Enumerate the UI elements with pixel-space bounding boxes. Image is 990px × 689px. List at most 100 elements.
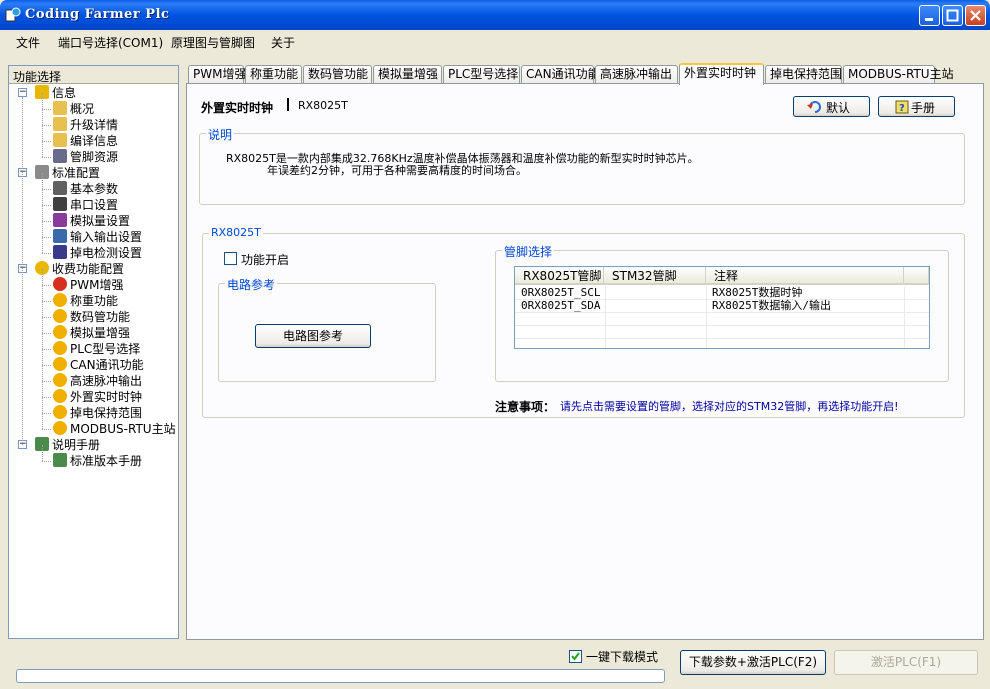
power-icon	[53, 245, 67, 259]
collapse-icon[interactable]: −	[18, 88, 27, 97]
tab-item[interactable]: 掉电保持范围	[765, 65, 842, 84]
tree-item[interactable]: 模拟量设置	[53, 213, 130, 229]
tree-connector	[42, 301, 51, 302]
app-window: Coding Farmer Plc 文件 端口号选择(COM1) 原理图与管脚图…	[0, 0, 990, 689]
table-cell[interactable]: RX8025T数据时钟	[706, 286, 904, 299]
activate-plc-button[interactable]: 激活PLC(F1)	[834, 650, 978, 675]
title-bar[interactable]: Coding Farmer Plc	[0, 0, 990, 30]
download-activate-button[interactable]: 下载参数+激活PLC(F2)	[680, 650, 826, 675]
default-button[interactable]: 默认	[793, 96, 870, 117]
tree-item-label: 串口设置	[70, 198, 119, 212]
tree-item[interactable]: MODBUS-RTU主站	[53, 421, 176, 437]
plug-icon	[53, 197, 67, 211]
folder-icon	[53, 117, 67, 131]
menu-file[interactable]: 文件	[16, 34, 40, 51]
maximize-button[interactable]	[942, 5, 963, 26]
tree-item[interactable]: 外置实时时钟	[53, 389, 142, 405]
manual-button[interactable]: ? 手册	[878, 96, 955, 117]
tree-item[interactable]: 概况	[53, 101, 94, 117]
tree-item[interactable]: CAN通讯功能	[53, 357, 144, 373]
column-header-note[interactable]: 注释	[706, 267, 904, 285]
coin-icon	[53, 405, 67, 419]
column-header-rx8025t-pin[interactable]: RX8025T管脚	[515, 267, 604, 285]
tree-connector	[42, 269, 43, 285]
note-text: 请先点击需要设置的管脚，选择对应的STM32管脚，再选择功能开启!	[560, 400, 899, 413]
tree-item[interactable]: 收费功能配置	[35, 261, 124, 277]
tree-connector	[42, 365, 43, 381]
heading-separator	[287, 98, 289, 111]
tree-connector	[42, 205, 51, 206]
tree-item[interactable]: 模拟量增强	[53, 325, 130, 341]
manual-button-label: 手册	[911, 101, 936, 115]
table-cell[interactable]	[605, 299, 706, 312]
oneclick-checkbox[interactable]	[569, 650, 582, 663]
tree-item-label: 输入输出设置	[70, 230, 143, 244]
maximize-icon	[946, 9, 959, 22]
menu-schematic[interactable]: 原理图与管脚图	[171, 34, 255, 51]
tree-item[interactable]: 标准配置	[35, 165, 100, 181]
tree-item[interactable]: 升级详情	[53, 117, 118, 133]
tree-item[interactable]: 输入输出设置	[53, 229, 142, 245]
tree-item-label: 概况	[70, 102, 95, 116]
tree-item[interactable]: 掉电保持范围	[53, 405, 142, 421]
tree-item[interactable]: 串口设置	[53, 197, 118, 213]
tree-item[interactable]: 高速脉冲输出	[53, 373, 142, 389]
tab-item[interactable]: 模拟量增强	[373, 65, 442, 84]
tree-item[interactable]: 数码管功能	[53, 309, 130, 325]
tree-item[interactable]: 掉电检测设置	[53, 245, 142, 261]
pin-select-title: 管脚选择	[502, 243, 555, 260]
circuit-reference-title: 电路参考	[225, 276, 278, 293]
table-cell[interactable]: RX8025T数据输入/输出	[706, 299, 904, 312]
io-icon	[53, 229, 67, 243]
grid-line	[904, 286, 905, 348]
tab-item[interactable]: MODBUS-RTU主站	[843, 65, 954, 84]
tab-item[interactable]: 高速脉冲输出	[595, 65, 678, 84]
close-button[interactable]	[965, 5, 986, 26]
tab-item[interactable]: 数码管功能	[303, 65, 372, 84]
chip-icon	[53, 149, 67, 163]
coin-icon	[53, 389, 67, 403]
tree-connector	[42, 125, 51, 126]
grid-line	[515, 338, 929, 339]
svg-text:?: ?	[899, 103, 905, 114]
tree-item-label: 升级详情	[70, 118, 119, 132]
tree-item[interactable]: 称重功能	[53, 293, 118, 309]
table-cell[interactable]: 0RX8025T_SDA	[515, 299, 605, 312]
menu-about[interactable]: 关于	[271, 34, 295, 51]
table-cell[interactable]: 0RX8025T_SCL	[515, 286, 605, 299]
tree-item[interactable]: 管脚资源	[53, 149, 118, 165]
tab-item[interactable]: 外置实时时钟	[679, 63, 764, 85]
tree-item[interactable]: 标准版本手册	[53, 453, 142, 469]
tree-connector	[42, 301, 43, 317]
tree-item-label: 模拟量增强	[70, 326, 131, 340]
app-icon	[5, 7, 21, 22]
tree-connector	[42, 445, 43, 461]
tree-item[interactable]: PWM增强	[53, 277, 123, 293]
tree-connector	[42, 221, 51, 222]
tree-connector	[42, 461, 51, 462]
tab-item[interactable]: PLC型号选择	[443, 65, 520, 84]
tree-item[interactable]: 编译信息	[53, 133, 118, 149]
tree-connector	[42, 157, 51, 158]
circuit-diagram-button[interactable]: 电路图参考	[255, 324, 371, 348]
tab-item[interactable]: PWM增强	[188, 65, 246, 84]
enable-checkbox[interactable]	[224, 252, 237, 265]
tab-item[interactable]: 称重功能	[245, 65, 302, 84]
pin-table[interactable]: RX8025T管脚 STM32管脚 注释 0RX8025T_SCL RX8025T…	[514, 266, 930, 349]
tree-item[interactable]: PLC型号选择	[53, 341, 140, 357]
tab-item[interactable]: CAN通讯功能	[521, 65, 600, 84]
column-header-stm32-pin[interactable]: STM32管脚	[604, 267, 706, 285]
description-title: 说明	[206, 126, 235, 143]
tree-item[interactable]: 说明手册	[35, 437, 100, 453]
tree-connector	[42, 349, 43, 365]
menu-port-select[interactable]: 端口号选择(COM1)	[58, 34, 163, 51]
table-cell[interactable]	[605, 286, 706, 299]
grid-line	[515, 312, 929, 313]
tree-item[interactable]: 基本参数	[53, 181, 118, 197]
close-icon	[970, 10, 981, 21]
minimize-button[interactable]	[919, 5, 940, 26]
tree-connector	[42, 397, 51, 398]
oneclick-label: 一键下载模式	[586, 650, 659, 664]
tree-connector	[42, 173, 43, 189]
minimize-icon	[925, 18, 933, 21]
